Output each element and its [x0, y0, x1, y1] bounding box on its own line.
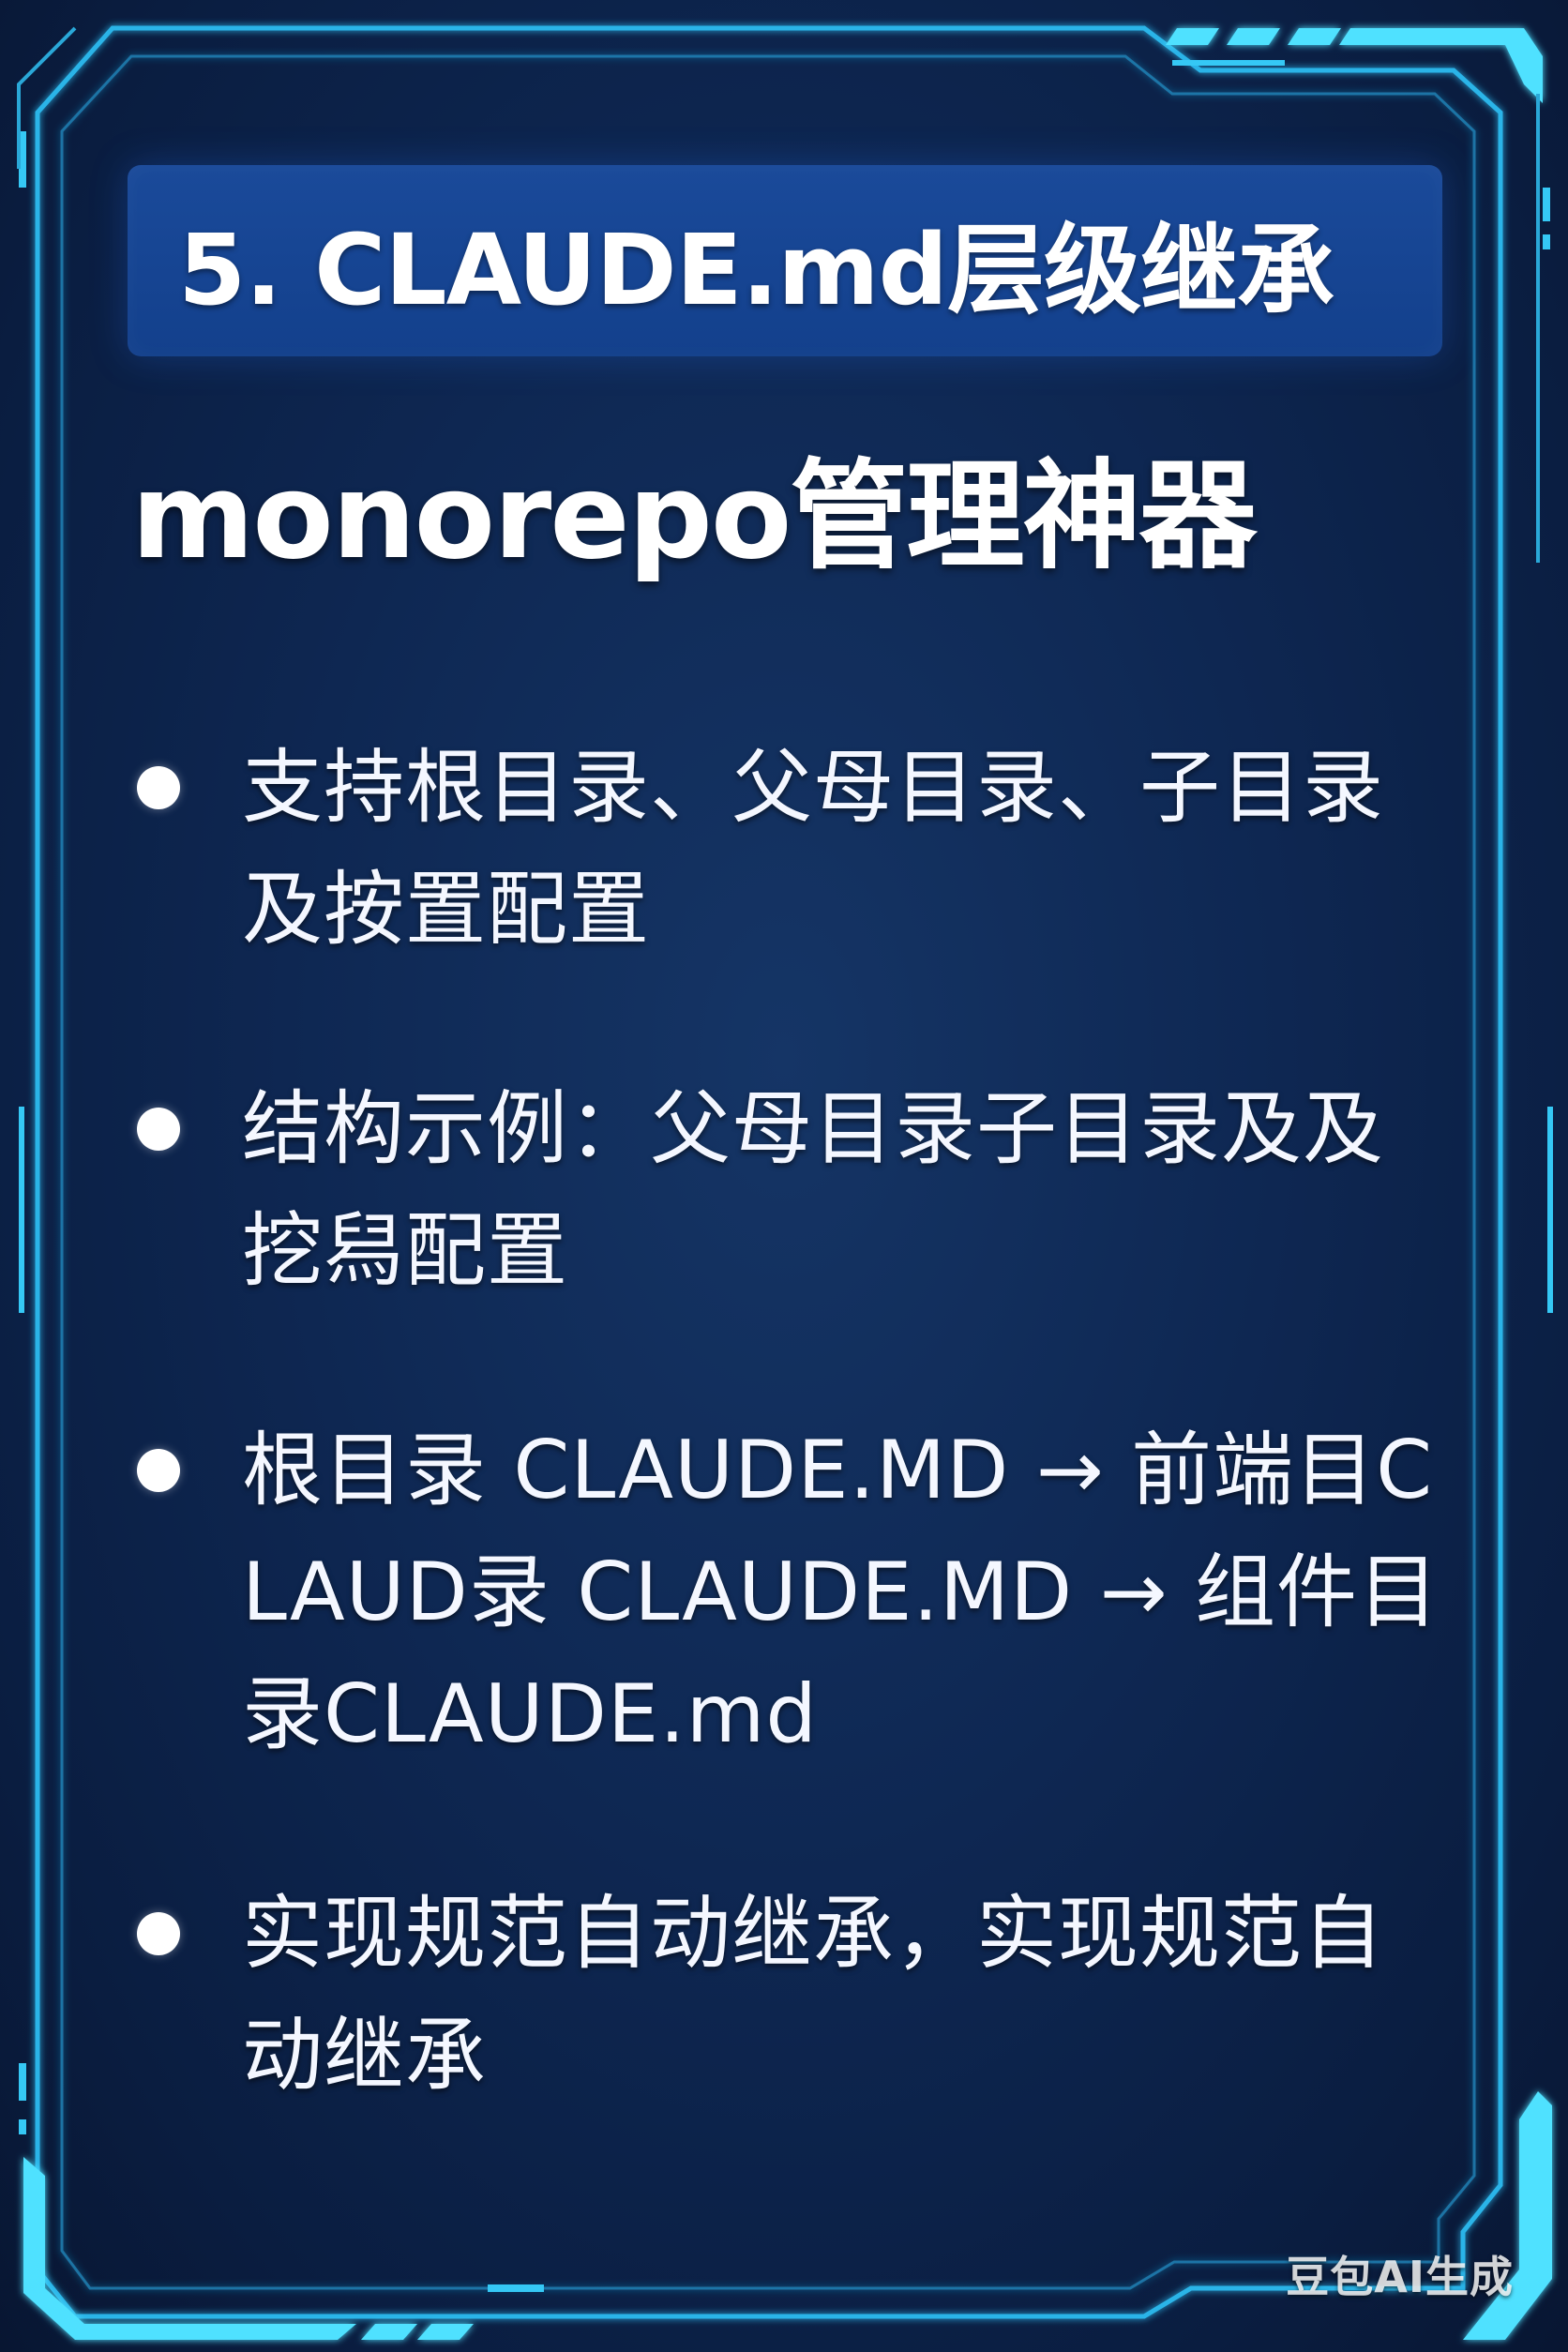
bullet-item: 实现规范自动继承，实现规范自动继承 [131, 1873, 1454, 2117]
watermark: 豆包AI生成 [1286, 2252, 1514, 2302]
bullet-item: 支持根目录、父母目录、子目录及按置配置 [131, 727, 1454, 971]
bullet-dot-icon [137, 1912, 180, 1955]
bullet-item: 结构示例：父母目录子目录及及挖舄配置 [131, 1068, 1454, 1312]
bullet-list: 支持根目录、父母目录、子目录及按置配置 结构示例：父母目录子目录及及挖舄配置 根… [131, 727, 1454, 2214]
bullet-text: 实现规范自动继承，实现规范自动继承 [242, 1887, 1384, 2103]
bullet-dot-icon [137, 1449, 180, 1492]
bullet-dot-icon [137, 1108, 180, 1151]
subtitle: monorepo管理神器 [131, 447, 1257, 585]
page-title: 5. CLAUDE.md层级继承 [178, 212, 1334, 327]
bullet-text: 支持根目录、父母目录、子目录及按置配置 [242, 741, 1384, 957]
bullet-item: 根目录 CLAUDE.MD → 前端目CLAUD录 CLAUDE.MD → 组件… [131, 1410, 1454, 1775]
bullet-text: 根目录 CLAUDE.MD → 前端目CLAUD录 CLAUDE.MD → 组件… [242, 1424, 1440, 1761]
title-banner: 5. CLAUDE.md层级继承 [128, 165, 1442, 356]
bullet-dot-icon [137, 766, 180, 809]
bullet-text: 结构示例：父母目录子目录及及挖舄配置 [242, 1082, 1384, 1298]
